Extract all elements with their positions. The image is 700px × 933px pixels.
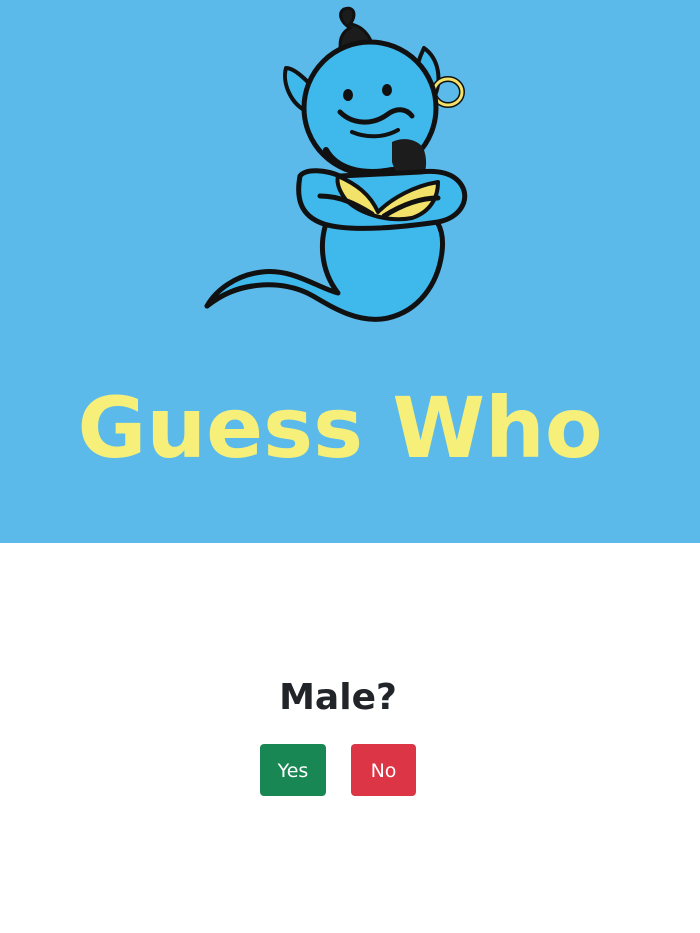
yes-button[interactable]: Yes — [260, 744, 326, 796]
app-title: Guess Who — [77, 379, 603, 477]
genie-icon — [204, 6, 468, 322]
question-text: Male? — [279, 677, 397, 718]
question-panel: Male? Yes No — [0, 543, 700, 933]
hero-banner: Guess Who — [0, 0, 700, 543]
no-button[interactable]: No — [351, 744, 416, 796]
answer-buttons: Yes No — [0, 744, 676, 796]
